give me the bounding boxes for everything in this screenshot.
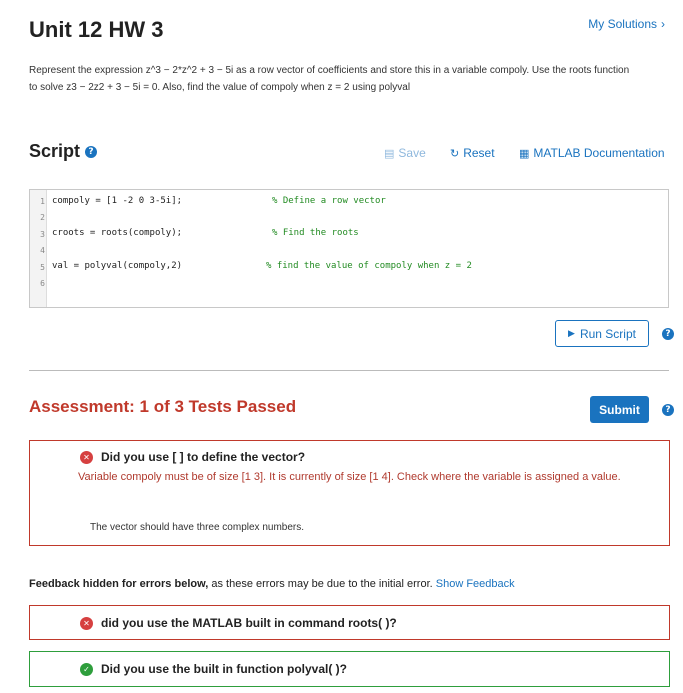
check-circle-icon: ✓ (80, 662, 93, 676)
x-circle-icon: ✕ (80, 450, 93, 464)
submit-button[interactable]: Submit (590, 396, 649, 423)
problem-statement: Represent the expression z^3 − 2*z^2 + 3… (29, 65, 630, 93)
script-heading: Script ? (29, 141, 98, 162)
test-feedback-note: The vector should have three complex num… (90, 522, 304, 533)
my-solutions-link[interactable]: My Solutions › (588, 17, 665, 31)
reset-button[interactable]: ↻ Reset (450, 146, 495, 160)
help-icon[interactable]: ? (85, 145, 98, 158)
book-icon: ▦ (519, 146, 530, 160)
feedback-hidden-notice: Feedback hidden for errors below, as the… (29, 578, 515, 590)
show-feedback-link[interactable]: Show Feedback (436, 578, 515, 590)
test-result-card[interactable]: ✕ did you use the MATLAB built in comman… (29, 605, 670, 640)
docs-label: MATLAB Documentation (533, 146, 665, 160)
test-result-header: ✕ did you use the MATLAB built in comman… (80, 616, 397, 630)
save-label: Save (398, 146, 426, 160)
my-solutions-label: My Solutions (588, 17, 657, 31)
help-icon[interactable]: ? (662, 328, 674, 340)
line-number-gutter: 1 2 3 4 5 6 (30, 190, 47, 307)
page-title: Unit 12 HW 3 (29, 17, 164, 42)
reset-label: Reset (463, 146, 495, 160)
test-title: Did you use [ ] to define the vector? (101, 450, 306, 464)
run-script-button[interactable]: ▶ Run Script (555, 320, 649, 347)
code-line: croots = roots(compoly); (52, 228, 183, 238)
code-line: val = polyval(compoly,2) (52, 261, 183, 271)
line-number: 1 (40, 197, 45, 206)
play-icon: ▶ (568, 328, 575, 339)
feedback-hidden-bold: Feedback hidden for errors below, (29, 578, 209, 590)
line-number: 5 (40, 263, 45, 272)
test-title: did you use the MATLAB built in command … (101, 616, 397, 630)
save-button[interactable]: ▤ Save (384, 146, 426, 160)
test-result-card[interactable]: ✓ Did you use the built in function poly… (29, 651, 670, 687)
test-result-header: ✓ Did you use the built in function poly… (80, 662, 347, 676)
code-comment: % Define a row vector (272, 196, 386, 206)
matlab-documentation-link[interactable]: ▦ MATLAB Documentation (519, 146, 665, 160)
code-editor[interactable]: 1 2 3 4 5 6 compoly = [1 -2 0 3-5i]; % D… (29, 189, 669, 308)
test-result-header: ✕ Did you use [ ] to define the vector? (80, 450, 305, 464)
x-circle-icon: ✕ (80, 616, 93, 630)
help-icon[interactable]: ? (662, 404, 674, 416)
script-title: Script (29, 141, 81, 161)
line-number: 2 (40, 213, 45, 222)
line-number: 4 (40, 246, 45, 255)
code-line: compoly = [1 -2 0 3-5i]; (52, 196, 183, 206)
section-divider (29, 370, 669, 371)
run-script-label: Run Script (579, 326, 636, 341)
assessment-title: Assessment: 1 of 3 Tests Passed (29, 397, 297, 416)
code-comment: % Find the roots (272, 228, 359, 238)
test-result-card[interactable]: ✕ Did you use [ ] to define the vector? … (29, 440, 670, 546)
chevron-right-icon: › (661, 17, 665, 31)
save-icon: ▤ (384, 146, 395, 160)
feedback-hidden-text: as these errors may be due to the initia… (208, 578, 436, 590)
line-number: 6 (40, 279, 45, 288)
reset-icon: ↻ (450, 146, 460, 160)
code-comment: % find the value of compoly when z = 2 (266, 261, 472, 271)
line-number: 3 (40, 230, 45, 239)
test-title: Did you use the built in function polyva… (101, 662, 347, 676)
test-error-message: Variable compoly must be of size [1 3]. … (78, 471, 621, 483)
